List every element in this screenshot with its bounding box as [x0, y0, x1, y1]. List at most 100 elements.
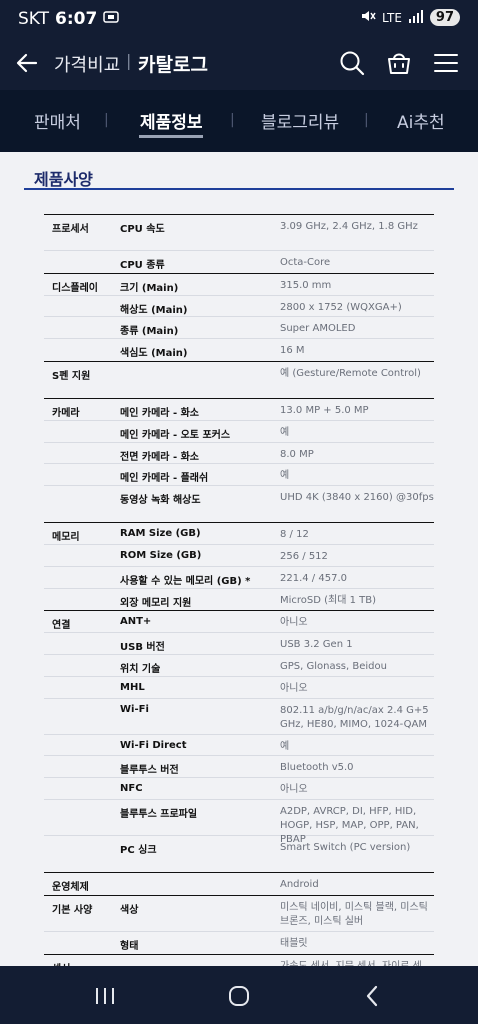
spec-row: 블루투스 프로파일 A2DP, AVRCP, DI, HFP, HID, HOGP…: [44, 800, 434, 845]
tab-bar: 판매처 | 제품정보 | 블로그리뷰 | Ai추천: [0, 90, 478, 152]
spec-group: 프로세서 CPU 속도 3.09 GHz, 2.4 GHz, 1.8 GHz CPU …: [44, 214, 434, 273]
spec-row: 위치 기술 GPS, Glonass, Beidou: [44, 655, 434, 677]
spec-value: 315.0 mm: [280, 279, 332, 291]
spec-name: 형태: [120, 940, 139, 952]
tab-ai-recommend[interactable]: Ai추천: [397, 108, 445, 133]
spec-row: MHL 아니오: [44, 677, 434, 699]
spec-row: 카메라 메인 카메라 - 화소 13.0 MP + 5.0 MP: [44, 399, 434, 421]
spec-value: 13.0 MP + 5.0 MP: [280, 404, 369, 416]
spec-group-label: S펜 지원: [52, 370, 91, 382]
tab-divider: |: [104, 112, 109, 128]
spec-row: 기본 사양 색상 미스틱 네이비, 미스틱 블랙, 미스틱 브론즈, 미스틱 실버: [44, 896, 434, 932]
spec-value: Bluetooth v5.0: [280, 762, 354, 774]
spec-value: 8 / 12: [280, 529, 309, 541]
spec-row: 운영체제 Android: [44, 873, 434, 895]
status-right: LTE 97: [360, 9, 460, 26]
search-icon[interactable]: [338, 49, 366, 77]
spec-name: CPU 종류: [120, 260, 165, 271]
spec-row: 전면 카메라 - 화소 8.0 MP: [44, 443, 434, 465]
back-arrow-icon[interactable]: [14, 50, 40, 76]
spec-name: USB 버전: [120, 642, 165, 654]
spec-value: GPS, Glonass, Beidou: [280, 660, 387, 672]
spec-row: 블루투스 버전 Bluetooth v5.0: [44, 756, 434, 779]
home-icon[interactable]: [227, 984, 251, 1008]
spec-name: 동영상 녹화 해상도: [120, 495, 201, 507]
recents-icon[interactable]: [93, 984, 117, 1008]
spec-value: Smart Switch (PC version): [280, 841, 411, 853]
back-icon[interactable]: [361, 984, 385, 1008]
spec-name: 색상: [120, 904, 139, 916]
spec-row: 디스플레이 크기 (Main) 315.0 mm: [44, 274, 434, 296]
app-header: 가격비교 | 카탈로그: [0, 36, 478, 90]
spec-value: 아니오: [280, 682, 308, 694]
status-bar: SKT 6:07 LTE 97: [0, 0, 478, 36]
content-area[interactable]: 제품사양 프로세서 CPU 속도 3.09 GHz, 2.4 GHz, 1.8 GH…: [0, 152, 478, 966]
spec-name: ROM Size (GB): [120, 549, 202, 561]
spec-value: 8.0 MP: [280, 448, 314, 460]
spec-value: UHD 4K (3840 x 2160) @30fps: [280, 492, 434, 504]
battery-badge: 97: [429, 9, 460, 26]
spec-group-label: 디스플레이: [52, 282, 98, 294]
tab-product-info[interactable]: 제품정보: [140, 108, 203, 133]
spec-group-label: 연결: [52, 620, 71, 632]
breadcrumb-price-compare[interactable]: 가격비교: [54, 51, 120, 77]
spec-value: 16 M: [280, 345, 305, 357]
spec-value: 아니오: [280, 617, 308, 629]
spec-group: 연결 ANT+ 아니오 USB 버전 USB 3.2 Gen 1 위치 기술 GPS, Gl…: [44, 610, 434, 872]
spec-name: CPU 속도: [120, 224, 165, 235]
tab-sellers[interactable]: 판매처: [34, 108, 81, 133]
spec-name: 블루투스 프로파일: [120, 808, 198, 820]
section-divider: [24, 188, 454, 190]
spec-name: 메인 카메라 - 화소: [120, 407, 199, 419]
spec-row: USB 버전 USB 3.2 Gen 1: [44, 633, 434, 655]
spec-value: 아니오: [280, 784, 308, 796]
spec-value: MicroSD (최대 1 TB): [280, 594, 377, 606]
spec-row: 형태 태블릿: [44, 932, 434, 954]
spec-group: 메모리 RAM Size (GB) 8 / 12 ROM Size (GB) 256 /…: [44, 522, 434, 610]
spec-name: MHL: [120, 681, 145, 693]
spec-row: ROM Size (GB) 256 / 512: [44, 545, 434, 567]
spec-value: 예 (Gesture/Remote Control): [280, 367, 421, 379]
spec-group-label: 프로세서: [52, 224, 89, 235]
tab-blog-review[interactable]: 블로그리뷰: [261, 108, 339, 133]
spec-row: S펜 지원 예 (Gesture/Remote Control): [44, 362, 434, 398]
spec-row: 종류 (Main) Super AMOLED: [44, 317, 434, 340]
spec-row: 센서가속도 센서, 지문 센서, 자이로 센서, 지자기 센서, 홀 센서, R…: [44, 955, 434, 966]
tab-divider: |: [230, 112, 235, 128]
spec-group: 디스플레이 크기 (Main) 315.0 mm 해상도 (Main) 2800 x 1…: [44, 272, 434, 361]
spec-group: 센서가속도 센서, 지문 센서, 자이로 센서, 지자기 센서, 홀 센서, R…: [44, 953, 434, 966]
spec-name: 메인 카메라 - 오토 포커스: [120, 429, 231, 441]
spec-name: PC 싱크: [120, 844, 157, 856]
spec-name: NFC: [120, 783, 143, 795]
active-tab-indicator: [139, 135, 203, 138]
menu-icon[interactable]: [432, 49, 460, 77]
spec-name: 해상도 (Main): [120, 304, 188, 316]
spec-name: 외장 메모리 지원: [120, 597, 192, 609]
spec-value: 예: [280, 470, 290, 482]
spec-table: 프로세서 CPU 속도 3.09 GHz, 2.4 GHz, 1.8 GHz CPU …: [44, 214, 434, 966]
spec-group-label: 기본 사양: [52, 904, 93, 916]
spec-value: 미스틱 네이비, 미스틱 블랙, 미스틱 브론즈, 미스틱 실버: [280, 901, 428, 927]
spec-row: 연결 ANT+ 아니오: [44, 611, 434, 634]
spec-value: 태블릿: [280, 937, 308, 949]
spec-group-label: 메모리: [52, 532, 80, 544]
spec-name: 색심도 (Main): [120, 348, 188, 360]
spec-value: USB 3.2 Gen 1: [280, 639, 353, 651]
spec-row: Wi-Fi 802.11 a/b/g/n/ac/ax 2.4 G+5 GHz, H…: [44, 699, 434, 735]
spec-name: ANT+: [120, 616, 152, 628]
spec-row: 동영상 녹화 해상도 UHD 4K (3840 x 2160) @30fps: [44, 486, 434, 522]
spec-name: RAM Size (GB): [120, 528, 201, 540]
spec-name: Wi-Fi Direct: [120, 739, 187, 751]
spec-value: Android: [280, 878, 319, 890]
spec-row: 해상도 (Main) 2800 x 1752 (WQXGA+): [44, 296, 434, 318]
spec-row: 메인 카메라 - 오토 포커스 예: [44, 421, 434, 443]
spec-value: Super AMOLED: [280, 323, 356, 335]
clock: 6:07: [55, 9, 98, 29]
cart-icon[interactable]: [385, 49, 413, 77]
spec-row: 메모리 RAM Size (GB) 8 / 12: [44, 523, 434, 545]
spec-value: 3.09 GHz, 2.4 GHz, 1.8 GHz: [280, 221, 418, 232]
spec-row: 메인 카메라 - 플래쉬 예: [44, 464, 434, 487]
spec-row: 외장 메모리 지원 MicroSD (최대 1 TB): [44, 589, 434, 611]
spec-value: 256 / 512: [280, 550, 328, 562]
spec-row: 사용할 수 있는 메모리 (GB) * 221.4 / 457.0: [44, 567, 434, 589]
